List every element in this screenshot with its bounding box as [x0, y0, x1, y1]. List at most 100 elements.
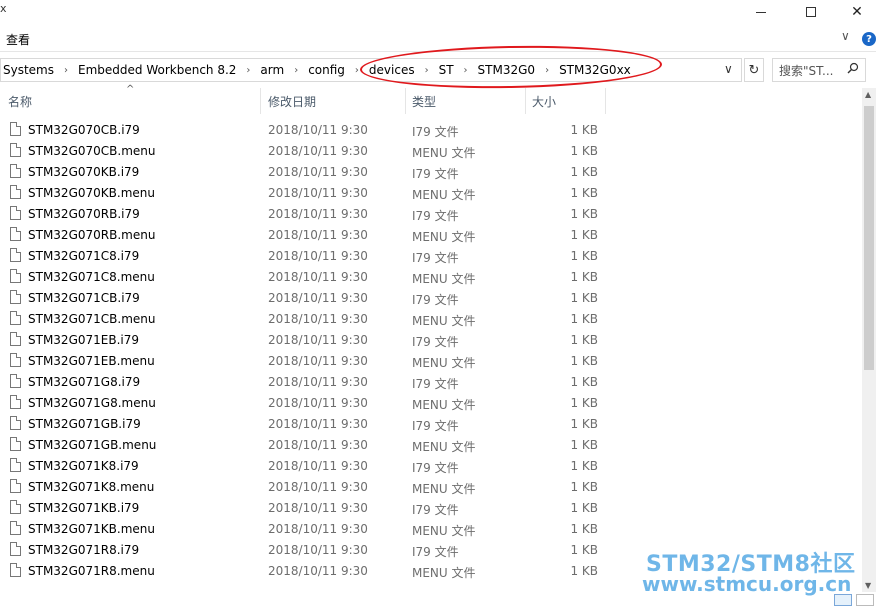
- file-type: I79 文件: [412, 167, 459, 181]
- file-size: 1 KB: [570, 270, 598, 284]
- file-type: MENU 文件: [412, 188, 476, 202]
- breadcrumb-item[interactable]: Embedded Workbench 8.2: [76, 63, 238, 77]
- file-size: 1 KB: [570, 249, 598, 263]
- expand-ribbon-icon[interactable]: ∨: [841, 29, 850, 43]
- list-item[interactable]: STM32G071GB.i79 2018/10/11 9:30 I79 文件 1 KB: [0, 414, 862, 435]
- file-date: 2018/10/11 9:30: [268, 144, 368, 158]
- scrollbar-thumb[interactable]: [864, 106, 874, 370]
- column-header-date[interactable]: 修改日期: [268, 86, 316, 116]
- file-date: 2018/10/11 9:30: [268, 375, 368, 389]
- search-icon[interactable]: [847, 62, 859, 77]
- file-size: 1 KB: [570, 144, 598, 158]
- list-item[interactable]: STM32G071GB.menu 2018/10/11 9:30 MENU 文件 1 …: [0, 435, 862, 456]
- address-dropdown-icon[interactable]: ∨: [724, 62, 733, 76]
- breadcrumb-item[interactable]: arm: [258, 63, 286, 77]
- list-item[interactable]: STM32G071G8.i79 2018/10/11 9:30 I79 文件 1 KB: [0, 372, 862, 393]
- file-size: 1 KB: [570, 123, 598, 137]
- file-date: 2018/10/11 9:30: [268, 333, 368, 347]
- scroll-up-icon[interactable]: ▲: [865, 90, 871, 99]
- file-date: 2018/10/11 9:30: [268, 228, 368, 242]
- breadcrumb-separator-icon[interactable]: ›: [238, 65, 258, 76]
- help-icon[interactable]: ?: [862, 32, 876, 46]
- list-item[interactable]: STM32G070KB.menu 2018/10/11 9:30 MENU 文件 1 …: [0, 183, 862, 204]
- list-item[interactable]: STM32G071CB.menu 2018/10/11 9:30 MENU 文件 1 …: [0, 309, 862, 330]
- column-divider[interactable]: [525, 88, 526, 114]
- column-divider[interactable]: [260, 88, 261, 114]
- watermark-url: www.stmcu.org.cn: [642, 572, 852, 596]
- column-header-name[interactable]: 名称: [8, 86, 32, 116]
- list-item[interactable]: STM32G071KB.i79 2018/10/11 9:30 I79 文件 1 KB: [0, 498, 862, 519]
- file-icon: [10, 542, 21, 556]
- window-title-fragment: x: [0, 2, 7, 15]
- file-icon: [10, 311, 21, 325]
- list-item[interactable]: STM32G071G8.menu 2018/10/11 9:30 MENU 文件 1 …: [0, 393, 862, 414]
- vertical-scrollbar[interactable]: ▲ ▼: [862, 88, 876, 592]
- list-item[interactable]: STM32G070RB.i79 2018/10/11 9:30 I79 文件 1 KB: [0, 204, 862, 225]
- list-item[interactable]: STM32G070CB.i79 2018/10/11 9:30 I79 文件 1 KB: [0, 120, 862, 141]
- breadcrumb-separator-icon[interactable]: ›: [56, 65, 76, 76]
- list-item[interactable]: STM32G071EB.i79 2018/10/11 9:30 I79 文件 1 KB: [0, 330, 862, 351]
- file-size: 1 KB: [570, 228, 598, 242]
- file-name: STM32G070KB.menu: [28, 186, 155, 200]
- tab-view[interactable]: 查看: [6, 31, 30, 48]
- file-type: MENU 文件: [412, 440, 476, 454]
- file-size: 1 KB: [570, 186, 598, 200]
- file-date: 2018/10/11 9:30: [268, 417, 368, 431]
- list-item[interactable]: STM32G070RB.menu 2018/10/11 9:30 MENU 文件 1 …: [0, 225, 862, 246]
- minimize-button[interactable]: [738, 0, 784, 24]
- file-name: STM32G070KB.i79: [28, 165, 140, 179]
- file-type: I79 文件: [412, 335, 459, 349]
- close-button[interactable]: ✕: [834, 0, 876, 24]
- list-item[interactable]: STM32G071CB.i79 2018/10/11 9:30 I79 文件 1 KB: [0, 288, 862, 309]
- file-icon: [10, 122, 21, 136]
- column-header-size[interactable]: 大小: [532, 86, 556, 116]
- file-name: STM32G071R8.menu: [28, 564, 155, 578]
- file-date: 2018/10/11 9:30: [268, 186, 368, 200]
- list-item[interactable]: STM32G071C8.i79 2018/10/11 9:30 I79 文件 1 KB: [0, 246, 862, 267]
- file-date: 2018/10/11 9:30: [268, 543, 368, 557]
- list-item[interactable]: STM32G070KB.i79 2018/10/11 9:30 I79 文件 1 KB: [0, 162, 862, 183]
- file-name: STM32G071R8.i79: [28, 543, 140, 557]
- file-name: STM32G071KB.i79: [28, 501, 140, 515]
- breadcrumb-item[interactable]: config: [306, 63, 347, 77]
- scroll-down-icon[interactable]: ▼: [865, 581, 871, 590]
- column-header-type[interactable]: 类型: [412, 86, 436, 116]
- file-date: 2018/10/11 9:30: [268, 312, 368, 326]
- list-item[interactable]: STM32G071K8.i79 2018/10/11 9:30 I79 文件 1 KB: [0, 456, 862, 477]
- file-name: STM32G071GB.menu: [28, 438, 157, 452]
- file-list: STM32G070CB.i79 2018/10/11 9:30 I79 文件 1 KB…: [0, 120, 862, 592]
- breadcrumb-separator-icon[interactable]: ›: [286, 65, 306, 76]
- file-type: I79 文件: [412, 419, 459, 433]
- file-date: 2018/10/11 9:30: [268, 459, 368, 473]
- list-item[interactable]: STM32G071C8.menu 2018/10/11 9:30 MENU 文件 1 …: [0, 267, 862, 288]
- list-item[interactable]: STM32G071K8.menu 2018/10/11 9:30 MENU 文件 1 …: [0, 477, 862, 498]
- file-type: I79 文件: [412, 503, 459, 517]
- file-date: 2018/10/11 9:30: [268, 270, 368, 284]
- file-size: 1 KB: [570, 291, 598, 305]
- file-name: STM32G071EB.i79: [28, 333, 140, 347]
- file-type: I79 文件: [412, 251, 459, 265]
- file-icon: [10, 374, 21, 388]
- column-divider[interactable]: [405, 88, 406, 114]
- file-name: STM32G071KB.menu: [28, 522, 155, 536]
- maximize-button[interactable]: [788, 0, 834, 24]
- file-icon: [10, 185, 21, 199]
- file-size: 1 KB: [570, 438, 598, 452]
- large-icons-view-icon[interactable]: [856, 594, 874, 606]
- file-date: 2018/10/11 9:30: [268, 480, 368, 494]
- column-divider[interactable]: [605, 88, 606, 114]
- file-type: MENU 文件: [412, 146, 476, 160]
- list-item[interactable]: STM32G070CB.menu 2018/10/11 9:30 MENU 文件 1 …: [0, 141, 862, 162]
- file-icon: [10, 206, 21, 220]
- breadcrumb-item[interactable]: Systems: [1, 63, 56, 77]
- file-type: I79 文件: [412, 377, 459, 391]
- list-item[interactable]: STM32G071EB.menu 2018/10/11 9:30 MENU 文件 1 …: [0, 351, 862, 372]
- search-input[interactable]: 搜索"ST...: [772, 58, 866, 82]
- refresh-button[interactable]: ↻: [744, 58, 764, 82]
- file-date: 2018/10/11 9:30: [268, 438, 368, 452]
- file-type: MENU 文件: [412, 524, 476, 538]
- file-type: MENU 文件: [412, 566, 476, 580]
- list-item[interactable]: STM32G071KB.menu 2018/10/11 9:30 MENU 文件 1 …: [0, 519, 862, 540]
- file-size: 1 KB: [570, 417, 598, 431]
- file-icon: [10, 269, 21, 283]
